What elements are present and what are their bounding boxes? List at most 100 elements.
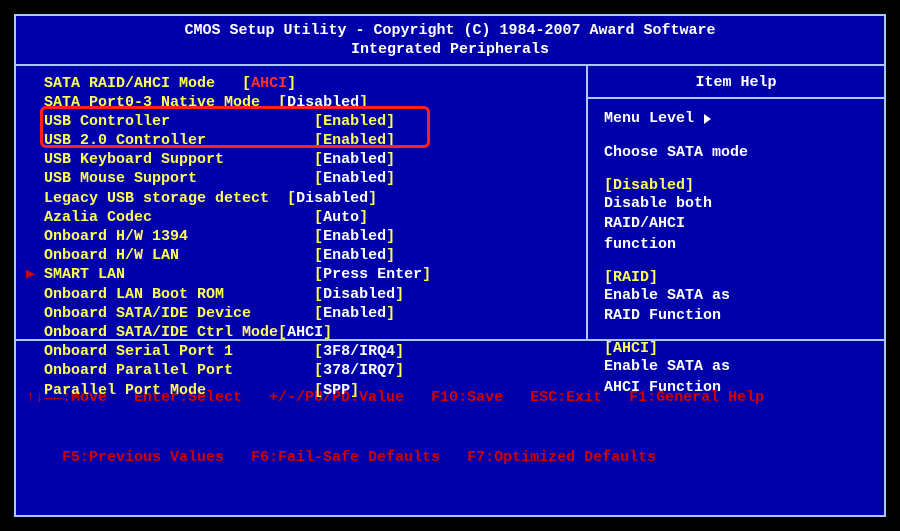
bracket: [ bbox=[242, 74, 251, 93]
setting-row[interactable]: Onboard SATA/IDE Device [Enabled] bbox=[26, 304, 576, 323]
bracket: ] bbox=[395, 361, 404, 380]
bracket: [ bbox=[314, 381, 323, 400]
setting-row[interactable]: SATA Port0-3 Native Mode [Disabled] bbox=[26, 93, 576, 112]
setting-row[interactable]: USB Mouse Support [Enabled] bbox=[26, 169, 576, 188]
help-block-line: RAID Function bbox=[604, 306, 868, 326]
setting-label: Legacy USB storage detect bbox=[44, 189, 287, 208]
bracket: ] bbox=[350, 381, 359, 400]
setting-row[interactable]: Onboard SATA/IDE Ctrl Mode[AHCI] bbox=[26, 323, 576, 342]
setting-label: Onboard SATA/IDE Device bbox=[44, 304, 314, 323]
help-panel: Item Help Menu Level Choose SATA mode [D… bbox=[588, 66, 884, 340]
bracket: ] bbox=[287, 74, 296, 93]
setting-label: USB 2.0 Controller bbox=[44, 131, 314, 150]
setting-value: AHCI bbox=[251, 74, 287, 93]
bracket: ] bbox=[323, 323, 332, 342]
setting-row[interactable]: USB Controller [Enabled] bbox=[26, 112, 576, 131]
help-desc: Choose SATA mode bbox=[604, 143, 868, 163]
bracket: [ bbox=[278, 93, 287, 112]
bracket: [ bbox=[314, 169, 323, 188]
setting-row[interactable]: Onboard Parallel Port [378/IRQ7] bbox=[26, 361, 576, 380]
bracket: ] bbox=[386, 131, 395, 150]
bracket: [ bbox=[314, 227, 323, 246]
setting-row[interactable]: Onboard H/W LAN [Enabled] bbox=[26, 246, 576, 265]
setting-value: Enabled bbox=[323, 246, 386, 265]
setting-value: AHCI bbox=[287, 323, 323, 342]
setting-row[interactable]: ▶SMART LAN [Press Enter] bbox=[26, 265, 576, 284]
divider bbox=[588, 97, 884, 99]
setting-label: SMART LAN bbox=[44, 265, 314, 284]
bracket: ] bbox=[359, 208, 368, 227]
help-block-line: Disable both bbox=[604, 194, 868, 214]
setting-row[interactable]: Onboard H/W 1394 [Enabled] bbox=[26, 227, 576, 246]
menu-level: Menu Level bbox=[604, 109, 868, 129]
bracket: [ bbox=[314, 150, 323, 169]
setting-label: Onboard H/W 1394 bbox=[44, 227, 314, 246]
bracket: ] bbox=[386, 150, 395, 169]
help-block-line: function bbox=[604, 235, 868, 255]
setting-value: Enabled bbox=[323, 150, 386, 169]
pointer-icon: ▶ bbox=[26, 265, 35, 284]
main-pane: SATA RAID/AHCI Mode [AHCI]SATA Port0-3 N… bbox=[16, 66, 884, 340]
help-block-line: Enable SATA as bbox=[604, 286, 868, 306]
setting-row[interactable]: USB Keyboard Support [Enabled] bbox=[26, 150, 576, 169]
bracket: [ bbox=[314, 285, 323, 304]
setting-row[interactable]: Onboard Serial Port 1 [3F8/IRQ4] bbox=[26, 342, 576, 361]
setting-label: Onboard SATA/IDE Ctrl Mode bbox=[44, 323, 278, 342]
bracket: [ bbox=[314, 361, 323, 380]
bracket: [ bbox=[314, 112, 323, 131]
help-block: [RAID]Enable SATA asRAID Function bbox=[604, 269, 868, 327]
bios-screen: CMOS Setup Utility - Copyright (C) 1984-… bbox=[14, 14, 886, 517]
setting-value: Enabled bbox=[323, 304, 386, 323]
bracket: ] bbox=[395, 285, 404, 304]
bracket: [ bbox=[314, 208, 323, 227]
bracket: ] bbox=[386, 227, 395, 246]
bracket: [ bbox=[314, 131, 323, 150]
setting-row[interactable]: Azalia Codec [Auto] bbox=[26, 208, 576, 227]
setting-label: USB Controller bbox=[44, 112, 314, 131]
setting-value: Auto bbox=[323, 208, 359, 227]
bracket: ] bbox=[386, 304, 395, 323]
setting-value: 378/IRQ7 bbox=[323, 361, 395, 380]
setting-label: Parallel Port Mode bbox=[44, 381, 314, 400]
help-title: Item Help bbox=[604, 74, 868, 91]
setting-label: SATA RAID/AHCI Mode bbox=[44, 74, 242, 93]
setting-label: Onboard LAN Boot ROM bbox=[44, 285, 314, 304]
help-block-head: [Disabled] bbox=[604, 177, 868, 194]
setting-value: Disabled bbox=[287, 93, 359, 112]
bracket: ] bbox=[359, 93, 368, 112]
setting-value: 3F8/IRQ4 bbox=[323, 342, 395, 361]
setting-label: USB Mouse Support bbox=[44, 169, 314, 188]
setting-row[interactable]: USB 2.0 Controller [Enabled] bbox=[26, 131, 576, 150]
setting-row[interactable]: Legacy USB storage detect [Disabled] bbox=[26, 189, 576, 208]
setting-value: Disabled bbox=[323, 285, 395, 304]
bracket: ] bbox=[386, 112, 395, 131]
setting-value: SPP bbox=[323, 381, 350, 400]
bracket: [ bbox=[314, 265, 323, 284]
header-line1: CMOS Setup Utility - Copyright (C) 1984-… bbox=[16, 22, 884, 41]
bracket: [ bbox=[314, 304, 323, 323]
help-block-head: [RAID] bbox=[604, 269, 868, 286]
bracket: [ bbox=[314, 246, 323, 265]
bracket: ] bbox=[368, 189, 377, 208]
chevron-right-icon bbox=[704, 114, 711, 124]
bracket: ] bbox=[386, 169, 395, 188]
setting-row[interactable]: SATA RAID/AHCI Mode [AHCI] bbox=[26, 74, 576, 93]
bracket: ] bbox=[422, 265, 431, 284]
settings-list[interactable]: SATA RAID/AHCI Mode [AHCI]SATA Port0-3 N… bbox=[16, 66, 586, 340]
footer-line2: F5:Previous Values F6:Fail-Safe Defaults… bbox=[26, 448, 874, 468]
setting-value: Enabled bbox=[323, 169, 386, 188]
setting-label: Onboard H/W LAN bbox=[44, 246, 314, 265]
help-block: [Disabled]Disable bothRAID/AHCIfunction bbox=[604, 177, 868, 255]
setting-label: SATA Port0-3 Native Mode bbox=[44, 93, 278, 112]
bracket: ] bbox=[395, 342, 404, 361]
bracket: [ bbox=[278, 323, 287, 342]
help-block-line: RAID/AHCI bbox=[604, 214, 868, 234]
setting-label: USB Keyboard Support bbox=[44, 150, 314, 169]
setting-value: Enabled bbox=[323, 131, 386, 150]
setting-row[interactable]: Onboard LAN Boot ROM [Disabled] bbox=[26, 285, 576, 304]
setting-value: Enabled bbox=[323, 112, 386, 131]
setting-value: Enabled bbox=[323, 227, 386, 246]
bracket: [ bbox=[314, 342, 323, 361]
setting-row[interactable]: Parallel Port Mode [SPP] bbox=[26, 381, 576, 400]
header: CMOS Setup Utility - Copyright (C) 1984-… bbox=[16, 16, 884, 64]
